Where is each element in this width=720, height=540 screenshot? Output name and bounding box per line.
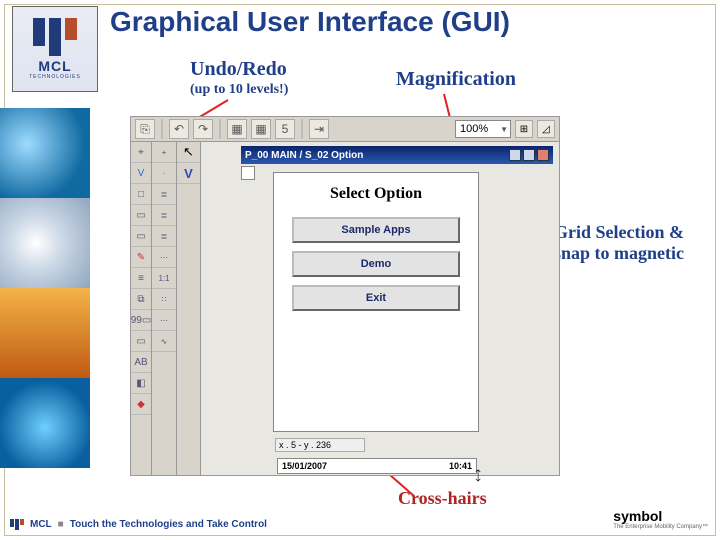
toolbar-resize-corner[interactable]: ◿ bbox=[537, 120, 555, 138]
tool-rect-icon[interactable]: □ bbox=[131, 184, 151, 205]
app-screenshot: ⎘ ↶ ↷ ▦ ▦ 5 ⇥ 100% ▼ ⊞ ◿ ⌖ V □ ▭ ▭ ✎ ≡ ⧉… bbox=[130, 116, 560, 476]
mtool-2[interactable]: · bbox=[152, 163, 176, 184]
window-buttons bbox=[509, 149, 549, 161]
screen-heading: Select Option bbox=[274, 185, 478, 203]
tool-box2-icon[interactable]: ▭ bbox=[131, 226, 151, 247]
mcl-logo: MCL TECHNOLOGIES bbox=[12, 6, 98, 92]
maximize-icon[interactable] bbox=[523, 149, 535, 161]
tool-diamond-icon[interactable]: ◆ bbox=[131, 394, 151, 415]
annotation-undo: Undo/Redo bbox=[190, 58, 287, 81]
toolbar-5-button[interactable]: 5 bbox=[275, 119, 295, 139]
tool-palette-mid: + · ≣ ≣ ≣ ⋯ 1:1 ∷ ⋯ ∿ bbox=[152, 142, 177, 476]
device-button-demo[interactable]: Demo bbox=[292, 251, 460, 277]
tool-stack-icon[interactable]: ⧉ bbox=[131, 289, 151, 310]
annotation-magnification: Magnification bbox=[396, 68, 516, 91]
design-canvas[interactable]: P_00 MAIN / S_02 Option Select Option Sa… bbox=[201, 142, 560, 476]
footer-left: MCL ■ Touch the Technologies and Take Co… bbox=[10, 519, 267, 530]
device-button-sample[interactable]: Sample Apps bbox=[292, 217, 460, 243]
status-date: 15/01/2007 bbox=[282, 461, 327, 471]
annotation-grid: Grid Selection & snap to magnetic bbox=[554, 222, 720, 264]
tool-palette-cursor: ↖ V bbox=[177, 142, 201, 476]
tool-ab-icon[interactable]: AB bbox=[131, 352, 151, 373]
xy-coordinates: x . 5 - y . 236 bbox=[275, 438, 365, 452]
minimize-icon[interactable] bbox=[509, 149, 521, 161]
toolbar-undo-button[interactable]: ↶ bbox=[169, 119, 189, 139]
footer-brand: MCL bbox=[30, 519, 52, 530]
toolbar-grid-toggle-off[interactable]: ⊞ bbox=[515, 120, 533, 138]
decorative-sidebar bbox=[0, 108, 90, 468]
toolbar-redo-button[interactable]: ↷ bbox=[193, 119, 213, 139]
mtool-5[interactable]: ≣ bbox=[152, 226, 176, 247]
tool-lines-icon[interactable]: ≡ bbox=[131, 268, 151, 289]
mdi-screen-icon[interactable] bbox=[241, 166, 255, 180]
cursor-v-icon[interactable]: V bbox=[177, 163, 200, 184]
slide-title: Graphical User Interface (GUI) bbox=[110, 6, 510, 38]
close-icon[interactable] bbox=[537, 149, 549, 161]
symbol-logo-sub: The Enterprise Mobility Company™ bbox=[613, 524, 708, 530]
tool-target-icon[interactable]: ⌖ bbox=[131, 142, 151, 163]
chevron-down-icon: ▼ bbox=[500, 125, 508, 134]
mtool-1[interactable]: + bbox=[152, 142, 176, 163]
mtool-6[interactable]: ⋯ bbox=[152, 247, 176, 268]
zoom-value: 100% bbox=[460, 123, 488, 135]
cursor-arrow-icon[interactable]: ↖ bbox=[177, 142, 200, 163]
mcl-logo-bars bbox=[33, 18, 77, 56]
tool-box1-icon[interactable]: ▭ bbox=[131, 205, 151, 226]
mtool-10[interactable]: ∿ bbox=[152, 331, 176, 352]
toolbar-exit-button[interactable]: ⇥ bbox=[309, 119, 329, 139]
status-time: 10:41 bbox=[449, 461, 472, 471]
mdi-title-text: P_00 MAIN / S_02 Option bbox=[245, 150, 363, 161]
main-toolbar: ⎘ ↶ ↷ ▦ ▦ 5 ⇥ 100% ▼ ⊞ ◿ bbox=[130, 116, 560, 142]
status-bar: 15/01/2007 10:41 bbox=[277, 458, 477, 474]
toolbar-copy-button[interactable]: ⎘ bbox=[135, 119, 155, 139]
tool-box3-icon[interactable]: ▭ bbox=[131, 331, 151, 352]
footer-right: symbol The Enterprise Mobility Company™ bbox=[613, 508, 708, 530]
toolbar-grid-a-button[interactable]: ▦ bbox=[227, 119, 247, 139]
zoom-dropdown[interactable]: 100% ▼ bbox=[455, 120, 511, 138]
tool-palette-left: ⌖ V □ ▭ ▭ ✎ ≡ ⧉ 99▭ ▭ AB ◧ ◆ bbox=[130, 142, 152, 476]
mcl-logo-sub: TECHNOLOGIES bbox=[29, 74, 81, 80]
mtool-9[interactable]: ⋯ bbox=[152, 310, 176, 331]
annotation-undo-sub: (up to 10 levels!) bbox=[190, 82, 288, 98]
footer-tagline: Touch the Technologies and Take Control bbox=[70, 519, 267, 530]
mdi-window-title[interactable]: P_00 MAIN / S_02 Option bbox=[241, 146, 553, 164]
mtool-4[interactable]: ≣ bbox=[152, 205, 176, 226]
tool-half-icon[interactable]: ◧ bbox=[131, 373, 151, 394]
tool-99-icon[interactable]: 99▭ bbox=[131, 310, 151, 331]
tool-pen-icon[interactable]: ✎ bbox=[131, 247, 151, 268]
symbol-logo-text: symbol bbox=[613, 508, 662, 524]
mcl-mini-logo bbox=[10, 519, 24, 530]
mcl-logo-word: MCL bbox=[38, 58, 71, 74]
mtool-7[interactable]: 1:1 bbox=[152, 268, 176, 289]
tool-v-icon[interactable]: V bbox=[131, 163, 151, 184]
mtool-8[interactable]: ∷ bbox=[152, 289, 176, 310]
device-screen[interactable]: Select Option Sample Apps Demo Exit bbox=[273, 172, 479, 432]
toolbar-grid-b-button[interactable]: ▦ bbox=[251, 119, 271, 139]
device-button-exit[interactable]: Exit bbox=[292, 285, 460, 311]
annotation-crosshairs: Cross-hairs bbox=[398, 488, 487, 509]
mtool-3[interactable]: ≣ bbox=[152, 184, 176, 205]
